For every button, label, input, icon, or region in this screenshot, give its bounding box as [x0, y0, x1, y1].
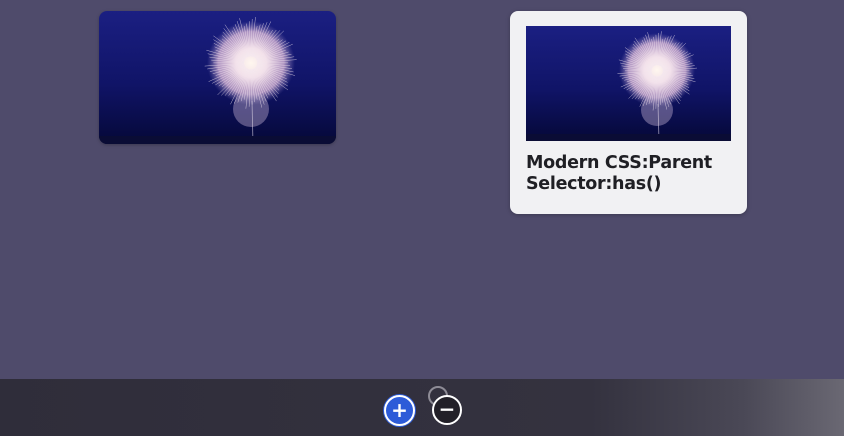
remove-card-button[interactable]: −	[432, 395, 462, 425]
card-title: Modern CSS:Parent Selector:has()	[526, 153, 712, 194]
minus-icon: −	[438, 397, 456, 421]
plus-icon: +	[391, 397, 408, 422]
card-canvas: Modern CSS:Parent Selector:has()	[0, 0, 844, 380]
fireworks-image	[526, 26, 731, 141]
fireworks-image	[99, 11, 336, 144]
card-image-only[interactable]	[99, 11, 336, 144]
card-with-title[interactable]: Modern CSS:Parent Selector:has()	[510, 11, 747, 214]
bottom-toolbar: + −	[0, 379, 844, 436]
add-card-button[interactable]: +	[384, 395, 415, 426]
